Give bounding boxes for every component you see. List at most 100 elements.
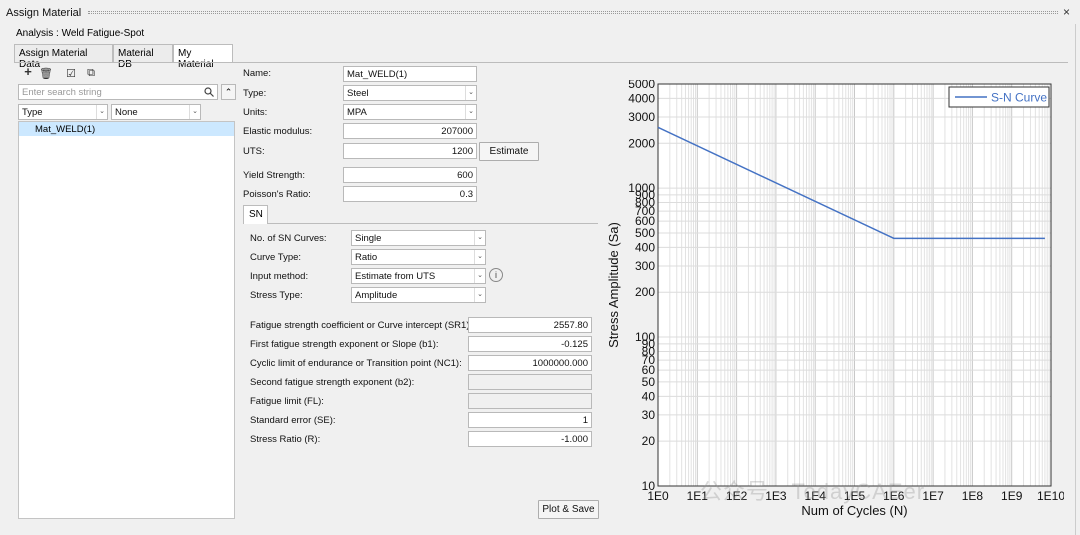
analysis-label: Analysis : Weld Fatigue-Spot — [16, 28, 145, 39]
stress-type-value: Amplitude — [355, 290, 398, 301]
x-tick-label: 1E9 — [1001, 489, 1023, 503]
tab-divider — [14, 62, 1068, 63]
search-input[interactable] — [18, 84, 218, 100]
check-icon[interactable]: ☑ — [64, 67, 78, 80]
sn-curves-value: Single — [355, 233, 382, 244]
curve-type-select[interactable]: Ratio ⌄ — [351, 249, 486, 265]
sr1-field[interactable]: 2557.80 — [468, 317, 592, 333]
units-select[interactable]: MPA ⌄ — [343, 104, 477, 120]
search-box[interactable] — [18, 84, 218, 100]
input-method-value: Estimate from UTS — [355, 271, 436, 282]
type-label: Type: — [243, 88, 267, 99]
tab-assign-material-data[interactable]: Assign Material Data — [14, 44, 113, 70]
b2-label: Second fatigue strength exponent (b2): — [250, 377, 415, 388]
y-tick-label: 30 — [642, 408, 656, 422]
tab-my-material[interactable]: My Material — [173, 44, 233, 70]
curve-type-value: Ratio — [355, 252, 378, 263]
elastic-modulus-label: Elastic modulus: — [243, 126, 313, 137]
tab-sn[interactable]: SN — [243, 205, 268, 224]
window-edge — [1075, 24, 1080, 535]
filter-value-value: None — [115, 107, 138, 118]
add-icon[interactable]: + — [21, 64, 35, 79]
search-icon[interactable] — [204, 87, 214, 97]
chevron-down-icon: ⌄ — [465, 86, 476, 100]
stress-type-label: Stress Type: — [250, 290, 303, 301]
y-axis-label: Stress Amplitude (Sa) — [606, 222, 621, 348]
units-label: Units: — [243, 107, 268, 118]
yield-strength-label: Yield Strength: — [243, 170, 305, 181]
nc1-label: Cyclic limit of endurance or Transition … — [250, 358, 462, 369]
uts-field[interactable]: 1200 — [343, 143, 477, 159]
elastic-modulus-field[interactable]: 207000 — [343, 123, 477, 139]
estimate-button[interactable]: Estimate — [479, 142, 539, 161]
input-method-label: Input method: — [250, 271, 309, 282]
name-label: Name: — [243, 68, 271, 79]
y-tick-label: 300 — [635, 259, 655, 273]
input-method-select[interactable]: Estimate from UTS ⌄ — [351, 268, 486, 284]
x-tick-label: 1E7 — [922, 489, 944, 503]
y-tick-label: 40 — [642, 389, 656, 403]
export-icon[interactable]: ⧉ — [84, 67, 98, 80]
watermark: 公众号 · TodayCAEer — [700, 479, 926, 504]
type-select[interactable]: Steel ⌄ — [343, 85, 477, 101]
collapse-button[interactable]: ⌃ — [221, 84, 236, 100]
uts-label: UTS: — [243, 146, 265, 157]
chevron-down-icon: ⌄ — [474, 250, 485, 264]
y-tick-label: 2000 — [628, 136, 655, 150]
y-tick-label: 4000 — [628, 91, 655, 105]
type-value: Steel — [347, 88, 369, 99]
chevron-down-icon: ⌄ — [474, 288, 485, 302]
fatigue-limit-field — [468, 393, 592, 409]
y-tick-label: 20 — [642, 434, 656, 448]
chevron-down-icon: ⌄ — [474, 269, 485, 283]
yield-strength-field[interactable]: 600 — [343, 167, 477, 183]
stress-ratio-field[interactable]: -1.000 — [468, 431, 592, 447]
x-tick-label: 1E8 — [962, 489, 984, 503]
y-tick-label: 100 — [635, 330, 655, 344]
chevron-down-icon: ⌄ — [474, 231, 485, 245]
list-item[interactable]: Mat_WELD(1) — [19, 122, 234, 136]
x-tick-label: 1E0 — [647, 489, 669, 503]
fatigue-limit-label: Fatigue limit (FL): — [250, 396, 324, 407]
y-tick-label: 5000 — [628, 80, 655, 91]
curve-type-label: Curve Type: — [250, 252, 302, 263]
sr1-label: Fatigue strength coefficient or Curve in… — [250, 320, 473, 331]
collapse-icon: ⌃ — [224, 87, 233, 97]
name-field[interactable]: Mat_WELD(1) — [343, 66, 477, 82]
sn-chart-svg: 1020304050607080901002003004005006007008… — [606, 77, 1065, 518]
plot-save-button[interactable]: Plot & Save — [538, 500, 599, 519]
tab-material-db[interactable]: Material DB — [113, 44, 173, 70]
b1-label: First fatigue strength exponent or Slope… — [250, 339, 439, 350]
standard-error-field[interactable]: 1 — [468, 412, 592, 428]
close-icon[interactable]: × — [1063, 5, 1070, 19]
sn-curves-label: No. of SN Curves: — [250, 233, 327, 244]
sn-curves-select[interactable]: Single ⌄ — [351, 230, 486, 246]
poissons-ratio-field[interactable]: 0.3 — [343, 186, 477, 202]
y-tick-label: 3000 — [628, 110, 655, 124]
sn-tab-divider — [268, 223, 598, 224]
window-title: Assign Material — [6, 7, 82, 19]
filter-type-value: Type — [22, 107, 43, 118]
y-tick-label: 400 — [635, 240, 655, 254]
poissons-ratio-label: Poisson's Ratio: — [243, 189, 311, 200]
standard-error-label: Standard error (SE): — [250, 415, 336, 426]
title-drag-handle[interactable] — [88, 11, 1058, 14]
b1-field[interactable]: -0.125 — [468, 336, 592, 352]
filter-type-select[interactable]: Type ⌄ — [18, 104, 108, 120]
material-list — [18, 121, 235, 519]
y-tick-label: 1000 — [628, 181, 655, 195]
title-bar: Assign Material × — [0, 0, 1080, 24]
info-icon[interactable]: i — [489, 268, 503, 282]
units-value: MPA — [347, 107, 367, 118]
y-tick-label: 200 — [635, 285, 655, 299]
chevron-down-icon: ⌄ — [465, 105, 476, 119]
delete-icon[interactable]: 🗑 — [39, 67, 53, 80]
stress-ratio-label: Stress Ratio (R): — [250, 434, 321, 445]
chevron-down-icon: ⌄ — [96, 105, 107, 119]
chevron-down-icon: ⌄ — [189, 105, 200, 119]
nc1-field[interactable]: 1000000.000 — [468, 355, 592, 371]
b2-field — [468, 374, 592, 390]
stress-type-select[interactable]: Amplitude ⌄ — [351, 287, 486, 303]
x-tick-label: 1E10 — [1037, 489, 1064, 503]
filter-value-select[interactable]: None ⌄ — [111, 104, 201, 120]
